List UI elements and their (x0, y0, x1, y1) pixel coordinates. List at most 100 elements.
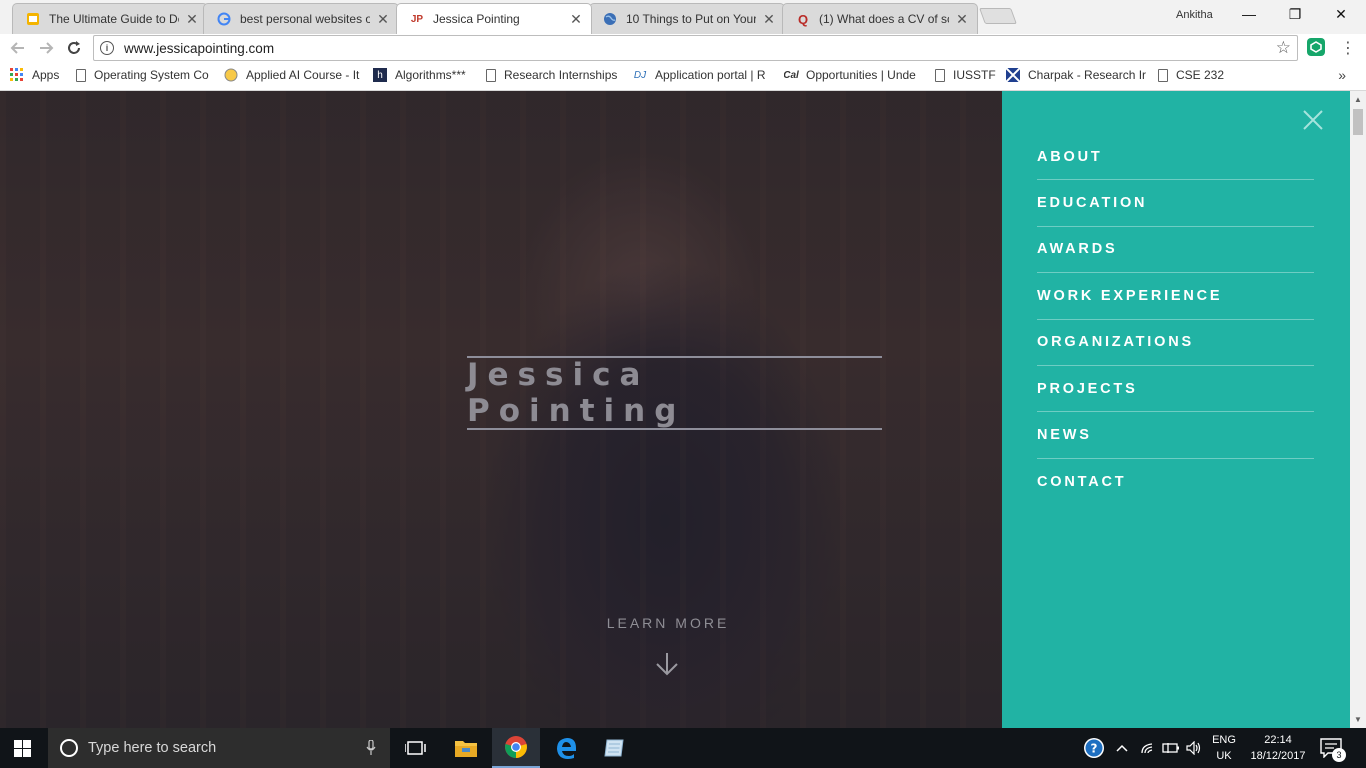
bookmark-apps[interactable]: Apps (10, 68, 70, 82)
nav-item-organizations[interactable]: ORGANIZATIONS (1037, 320, 1314, 366)
windows-taskbar: Type here to search ? ENG UK 22:14 18/12… (0, 728, 1366, 768)
bookmark-opportunities[interactable]: Cal Opportunities | Unde (784, 68, 922, 82)
show-hidden-icons-icon[interactable] (1112, 728, 1132, 768)
edge-icon[interactable] (542, 728, 590, 768)
extension-icon[interactable] (1307, 38, 1325, 56)
tab-cv-quora[interactable]: Q (1) What does a CV of sc ✕ (782, 3, 978, 34)
bookmark-applied-ai[interactable]: Applied AI Course - It (224, 68, 362, 82)
google-icon (216, 11, 232, 27)
close-window-button[interactable]: ✕ (1318, 0, 1364, 28)
arrow-down-icon[interactable] (655, 651, 679, 677)
nav-item-education[interactable]: EDUCATION (1037, 180, 1314, 227)
bookmark-cse-232[interactable]: CSE 232 (1158, 68, 1228, 82)
battery-icon[interactable] (1160, 728, 1182, 768)
bookmark-star-icon[interactable]: ☆ (1276, 38, 1291, 58)
bookmark-research-internships[interactable]: Research Internships (486, 68, 618, 82)
nav-item-contact[interactable]: CONTACT (1037, 459, 1314, 505)
file-explorer-icon[interactable] (442, 728, 490, 768)
help-icon[interactable]: ? (1082, 728, 1106, 768)
browser-toolbar: i www.jessicapointing.com ☆ ⋮ (0, 34, 1366, 62)
bookmark-iusstf[interactable]: IUSSTF (935, 68, 997, 82)
page-scrollbar[interactable]: ▲ ▼ (1350, 91, 1366, 728)
tab-close-icon[interactable]: ✕ (762, 11, 776, 28)
bookmark-label: IUSSTF (953, 68, 996, 82)
language-region: UK (1216, 750, 1232, 762)
task-view-icon[interactable] (392, 728, 440, 768)
nav-item-news[interactable]: NEWS (1037, 412, 1314, 459)
nav-item-awards[interactable]: AWARDS (1037, 227, 1314, 274)
bookmark-algorithms[interactable]: h Algorithms*** (373, 68, 473, 82)
chrome-icon[interactable] (492, 728, 540, 768)
profile-name[interactable]: Ankitha (1176, 9, 1213, 21)
microphone-icon[interactable] (366, 740, 376, 756)
back-icon[interactable] (7, 37, 29, 59)
svg-text:?: ? (1091, 742, 1098, 756)
hackerrank-icon: h (373, 68, 387, 82)
bookmark-label: Applied AI Course - It (246, 68, 360, 82)
bookmark-label: Algorithms*** (395, 68, 466, 82)
bookmark-application-portal[interactable]: DJ Application portal | R (633, 68, 771, 82)
bookmark-charpak[interactable]: Charpak - Research Ir (1006, 68, 1146, 82)
bookmark-label: Apps (32, 68, 60, 82)
slides-icon (25, 11, 41, 27)
system-clock[interactable]: 22:14 18/12/2017 (1244, 732, 1312, 764)
tab-10-things[interactable]: 10 Things to Put on Your ✕ (589, 3, 785, 34)
hero-title-box: Jessica Pointing (467, 356, 882, 430)
apps-grid-icon (10, 68, 24, 82)
nav-item-work-experience[interactable]: WORK EXPERIENCE (1037, 273, 1314, 320)
nav-item-projects[interactable]: PROJECTS (1037, 366, 1314, 413)
taskbar-search-box[interactable]: Type here to search (48, 728, 390, 768)
nav-item-about[interactable]: ABOUT (1037, 134, 1314, 181)
cortana-icon (60, 739, 78, 757)
tab-close-icon[interactable]: ✕ (955, 11, 969, 28)
bookmark-label: Research Internships (504, 68, 618, 82)
cal-icon: Cal (784, 69, 799, 81)
page-icon (76, 68, 86, 82)
scroll-thumb[interactable] (1353, 109, 1363, 135)
restore-button[interactable]: ❐ (1272, 0, 1318, 28)
clock-date: 18/12/2017 (1250, 750, 1306, 762)
tab-close-icon[interactable]: ✕ (185, 11, 199, 28)
scroll-down-icon[interactable]: ▼ (1354, 715, 1362, 724)
info-icon[interactable]: i (100, 41, 114, 55)
notes-icon[interactable] (590, 728, 638, 768)
wifi-icon[interactable] (1138, 728, 1158, 768)
forward-icon[interactable] (35, 37, 57, 59)
new-tab-button[interactable] (979, 8, 1017, 24)
tab-best-personal-websites[interactable]: best personal websites o ✕ (203, 3, 399, 34)
address-bar[interactable]: i www.jessicapointing.com ☆ (93, 35, 1298, 61)
browser-menu-icon[interactable]: ⋮ (1340, 38, 1356, 58)
bookmarks-overflow-icon[interactable]: » (1338, 67, 1346, 83)
minimize-button[interactable]: — (1226, 0, 1272, 28)
language-code: ENG (1212, 734, 1236, 746)
reload-icon[interactable] (63, 37, 85, 59)
tab-close-icon[interactable]: ✕ (569, 11, 583, 28)
url-text[interactable]: www.jessicapointing.com (124, 41, 274, 56)
bookmark-label: Application portal | R (655, 68, 766, 82)
nav-menu-list: ABOUT EDUCATION AWARDS WORK EXPERIENCE O… (1037, 134, 1314, 505)
jp-favicon: JP (410, 13, 424, 25)
bookmark-operating-system[interactable]: Operating System Co (76, 68, 212, 82)
tab-title: (1) What does a CV of sc (819, 12, 949, 26)
windows-start-icon[interactable] (14, 740, 31, 757)
scroll-up-icon[interactable]: ▲ (1354, 95, 1362, 104)
input-language[interactable]: ENG UK (1207, 732, 1241, 764)
learn-more-link[interactable]: LEARN MORE (560, 615, 776, 631)
bookmark-label: Opportunities | Unde (806, 68, 916, 82)
tab-title: 10 Things to Put on Your (626, 12, 756, 26)
tab-jessica-pointing[interactable]: JP Jessica Pointing ✕ (396, 3, 592, 34)
tab-ultimate-guide[interactable]: The Ultimate Guide to De ✕ (12, 3, 208, 34)
clock-time: 22:14 (1264, 734, 1292, 746)
tab-title: The Ultimate Guide to De (49, 12, 179, 26)
charpak-icon (1006, 68, 1020, 82)
tab-close-icon[interactable]: ✕ (376, 11, 390, 28)
globe-icon (602, 11, 618, 27)
notification-count-badge: 3 (1332, 748, 1346, 762)
volume-icon[interactable] (1184, 728, 1204, 768)
dj-icon: DJ (633, 69, 647, 81)
page-viewport: Jessica Pointing LEARN MORE ABOUT EDUCAT… (0, 91, 1350, 728)
bookmark-label: CSE 232 (1176, 68, 1225, 82)
menu-close-icon[interactable] (1302, 109, 1324, 131)
hero-section: Jessica Pointing LEARN MORE (0, 91, 1002, 728)
page-icon (486, 68, 496, 82)
